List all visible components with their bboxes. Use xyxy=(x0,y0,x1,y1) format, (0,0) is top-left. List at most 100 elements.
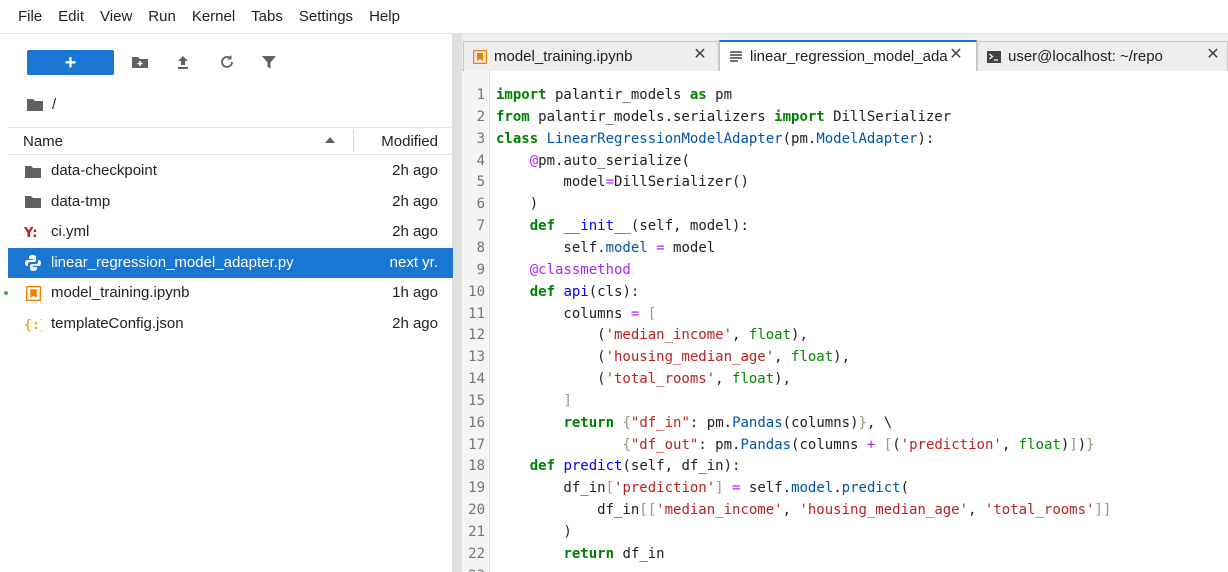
file-list: data-checkpoint 2h ago data-tmp 2h ago Y: ci.… xyxy=(4,156,453,340)
line-source: def __init__(self, model): xyxy=(529,218,749,235)
line-number: 16 xyxy=(468,414,485,431)
menu-view[interactable]: View xyxy=(92,0,140,34)
line-number: 7 xyxy=(476,218,485,235)
breadcrumb: / xyxy=(26,93,56,115)
name-column-header[interactable]: Name xyxy=(23,133,63,150)
refresh-button[interactable] xyxy=(216,51,238,73)
code-line[interactable]: 16 return {"df_in": pm.Pandas(columns)},… xyxy=(462,413,1228,435)
line-number: 21 xyxy=(468,524,485,540)
file-row[interactable]: data-tmp 2h ago xyxy=(8,187,453,218)
menu-edit[interactable]: Edit xyxy=(50,0,92,34)
line-source: ('median_income', float), xyxy=(496,327,808,344)
upload-icon xyxy=(178,56,188,69)
menu-run[interactable]: Run xyxy=(140,0,184,34)
line-number: 18 xyxy=(468,458,485,475)
code-line[interactable]: 15 ] xyxy=(462,391,1228,413)
column-divider[interactable] xyxy=(353,130,354,152)
menu-kernel[interactable]: Kernel xyxy=(184,0,243,34)
code-line[interactable]: 7 def __init__(self, model): xyxy=(462,216,1228,238)
code-line[interactable]: 12 ('median_income', float), xyxy=(462,325,1228,347)
line-number: 9 xyxy=(476,261,485,278)
code-line[interactable]: 11 columns = [ xyxy=(462,304,1228,326)
code-line[interactable]: 2 from palantir_models.serializers import… xyxy=(462,107,1228,129)
code-line[interactable]: 21 ) xyxy=(462,522,1228,544)
line-source: @classmethod xyxy=(529,261,631,278)
file-modified: 2h ago xyxy=(392,223,438,241)
code-line[interactable]: 1 import palantir_models as pm xyxy=(462,85,1228,107)
tab-label: user@localhost: ~/repo xyxy=(1008,48,1163,65)
new-folder-button[interactable] xyxy=(129,51,151,73)
line-source: def api(cls): xyxy=(529,283,640,300)
code-line[interactable]: 6 ) xyxy=(462,194,1228,216)
code-line[interactable]: 18 def predict(self, df_in): xyxy=(462,456,1228,478)
code-line[interactable]: 14 ('total_rooms', float), xyxy=(462,369,1228,391)
line-source: import palantir_models as pm xyxy=(496,87,733,103)
code-line[interactable]: 13 ('housing_median_age', float), xyxy=(462,347,1228,369)
line-number: 17 xyxy=(468,436,485,453)
line-source: ) xyxy=(496,196,539,213)
folder-icon[interactable] xyxy=(26,97,44,112)
file-name: data-checkpoint xyxy=(51,162,157,179)
filter-button[interactable] xyxy=(258,51,280,73)
file-row[interactable]: Y: ci.yml 2h ago xyxy=(8,217,453,248)
file-browser-toolbar: + xyxy=(0,34,453,90)
file-row[interactable]: linear_regression_model_adapter.py next y… xyxy=(8,247,453,279)
code-editor[interactable]: 1 import palantir_models as pm 2 from palan… xyxy=(462,71,1228,572)
file-row[interactable]: {:} templateConfig.json 2h ago xyxy=(8,309,453,340)
folder-icon xyxy=(24,163,42,179)
code-line[interactable]: 5 model=DillSerializer() xyxy=(462,172,1228,194)
upload-button[interactable] xyxy=(172,51,194,73)
code-line[interactable]: 9 @classmethod xyxy=(462,260,1228,282)
file-list-header: Name Modified xyxy=(8,127,453,155)
menu-tabs[interactable]: Tabs xyxy=(243,0,291,34)
menu-help[interactable]: Help xyxy=(361,0,408,34)
line-number: 13 xyxy=(468,349,485,366)
notebook-icon xyxy=(473,50,487,64)
new-folder-icon xyxy=(132,57,148,68)
svg-text:{:}: {:} xyxy=(24,318,42,332)
line-source: model=DillSerializer() xyxy=(496,174,749,191)
python-icon xyxy=(24,254,42,271)
new-launcher-button[interactable]: + xyxy=(27,50,114,75)
file-name: model_training.ipynb xyxy=(51,284,190,302)
code-line[interactable]: 3 class LinearRegressionModelAdapter(pm.M… xyxy=(462,129,1228,151)
code-line[interactable]: 10 def api(cls): xyxy=(462,282,1228,304)
refresh-icon xyxy=(221,55,233,68)
tab-model-training[interactable]: model_training.ipynb ✕ xyxy=(463,41,719,71)
plus-icon: + xyxy=(64,51,77,74)
line-number: 2 xyxy=(476,108,485,125)
menu-bar: File Edit View Run Kernel Tabs Settings Help xyxy=(0,0,1228,34)
close-icon[interactable]: ✕ xyxy=(1206,47,1220,63)
code-line[interactable]: 19 df_in['prediction'] = self.model.pred… xyxy=(462,478,1228,500)
sort-ascending-icon[interactable] xyxy=(324,134,336,146)
file-name: linear_regression_model_adapter.py xyxy=(51,253,294,271)
tab-linear-regression[interactable]: linear_regression_model_ada ✕ xyxy=(719,40,977,71)
code-line[interactable]: 8 self.model = model xyxy=(462,238,1228,260)
tab-terminal[interactable]: user@localhost: ~/repo ✕ xyxy=(977,41,1228,71)
code-line[interactable]: 20 df_in[['median_income', 'housing_medi… xyxy=(462,500,1228,522)
folder-icon xyxy=(24,194,42,210)
line-source: def predict(self, df_in): xyxy=(529,458,741,475)
file-row[interactable]: model_training.ipynb 1h ago xyxy=(4,278,453,309)
close-icon[interactable]: ✕ xyxy=(949,47,963,63)
menu-settings[interactable]: Settings xyxy=(291,0,361,34)
modified-column-header[interactable]: Modified xyxy=(381,133,438,150)
close-icon[interactable]: ✕ xyxy=(693,47,707,63)
file-modified: 1h ago xyxy=(392,284,438,302)
line-number: 6 xyxy=(476,196,485,213)
filter-icon xyxy=(262,56,276,69)
line-source: ('housing_median_age', float), xyxy=(496,349,851,366)
line-number: 3 xyxy=(476,130,485,147)
line-source: return {"df_in": pm.Pandas(columns)}, \ xyxy=(563,414,893,431)
line-source: @pm.auto_serialize( xyxy=(529,152,690,169)
document-tab-bar: model_training.ipynb ✕ linear_regression… xyxy=(462,34,1228,71)
code-line[interactable]: 23 xyxy=(462,566,1228,572)
breadcrumb-root[interactable]: / xyxy=(52,96,56,113)
panel-splitter[interactable] xyxy=(453,34,462,572)
code-line[interactable]: 4 @pm.auto_serialize( xyxy=(462,151,1228,173)
file-row[interactable]: data-checkpoint 2h ago xyxy=(8,156,453,187)
menu-file[interactable]: File xyxy=(10,0,50,34)
line-number: 12 xyxy=(468,327,485,344)
code-line[interactable]: 22 return df_in xyxy=(462,544,1228,566)
code-line[interactable]: 17 {"df_out": pm.Pandas(columns + [('pre… xyxy=(462,435,1228,457)
